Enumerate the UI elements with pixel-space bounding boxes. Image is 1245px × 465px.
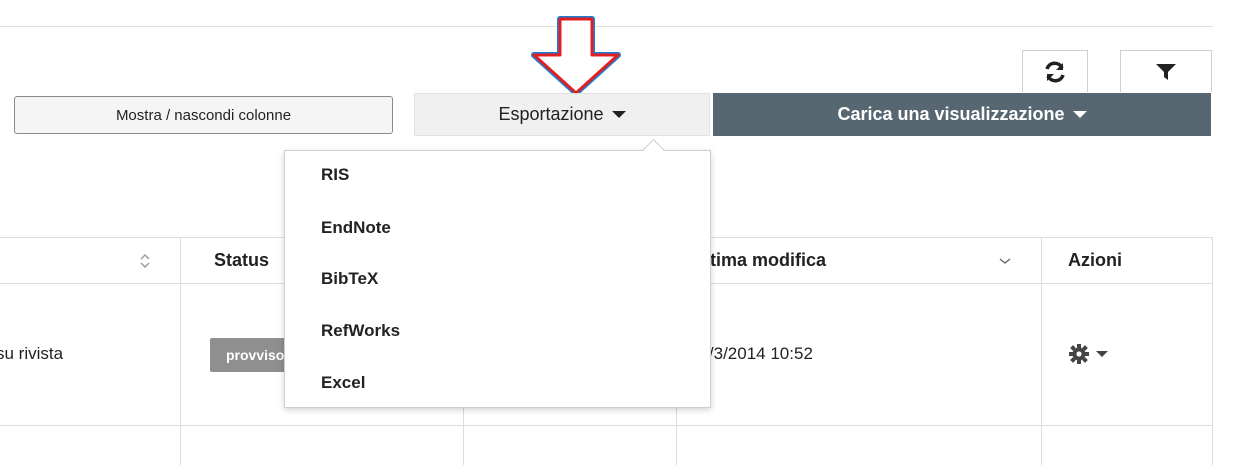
cell-type: su rivista: [0, 344, 64, 363]
column-divider: [1212, 237, 1213, 465]
export-button[interactable]: Esportazione: [414, 93, 710, 136]
export-label: Esportazione: [498, 104, 604, 124]
show-hide-columns-button[interactable]: Mostra / nascondi colonne: [14, 96, 393, 134]
export-option-refworks[interactable]: RefWorks: [321, 321, 400, 341]
sort-icon[interactable]: [138, 253, 152, 269]
sort-desc-icon[interactable]: [998, 256, 1012, 266]
status-badge: provvisorio: [210, 338, 302, 372]
caret-down-icon: [1096, 351, 1108, 357]
export-option-endnote[interactable]: EndNote: [321, 218, 391, 238]
load-view-label: Carica una visualizzazione: [837, 104, 1065, 124]
column-header-status[interactable]: Status: [214, 250, 269, 271]
column-divider: [1041, 237, 1042, 465]
column-header-last-modified[interactable]: Ultima modifica: [692, 250, 826, 271]
export-dropdown-menu: RIS EndNote BibTeX RefWorks Excel: [284, 150, 711, 408]
filter-icon: [1156, 63, 1176, 80]
load-view-button[interactable]: Carica una visualizzazione: [713, 93, 1211, 136]
table-row-border: [0, 425, 1213, 426]
show-hide-columns-label: Mostra / nascondi colonne: [115, 106, 292, 124]
caret-down-icon: [611, 111, 626, 118]
row-actions-menu[interactable]: [1068, 343, 1108, 365]
export-option-bibtex[interactable]: BibTeX: [321, 269, 378, 289]
export-option-excel[interactable]: Excel: [321, 373, 365, 393]
filter-button[interactable]: [1120, 50, 1212, 92]
refresh-button[interactable]: [1022, 50, 1088, 92]
gear-icon: [1069, 344, 1089, 364]
down-arrow-icon: [531, 16, 621, 96]
caret-down-icon: [1072, 111, 1087, 118]
column-header-actions: Azioni: [1068, 250, 1122, 270]
refresh-icon: [1045, 61, 1065, 82]
column-divider: [180, 237, 181, 465]
export-option-ris[interactable]: RIS: [321, 165, 349, 185]
